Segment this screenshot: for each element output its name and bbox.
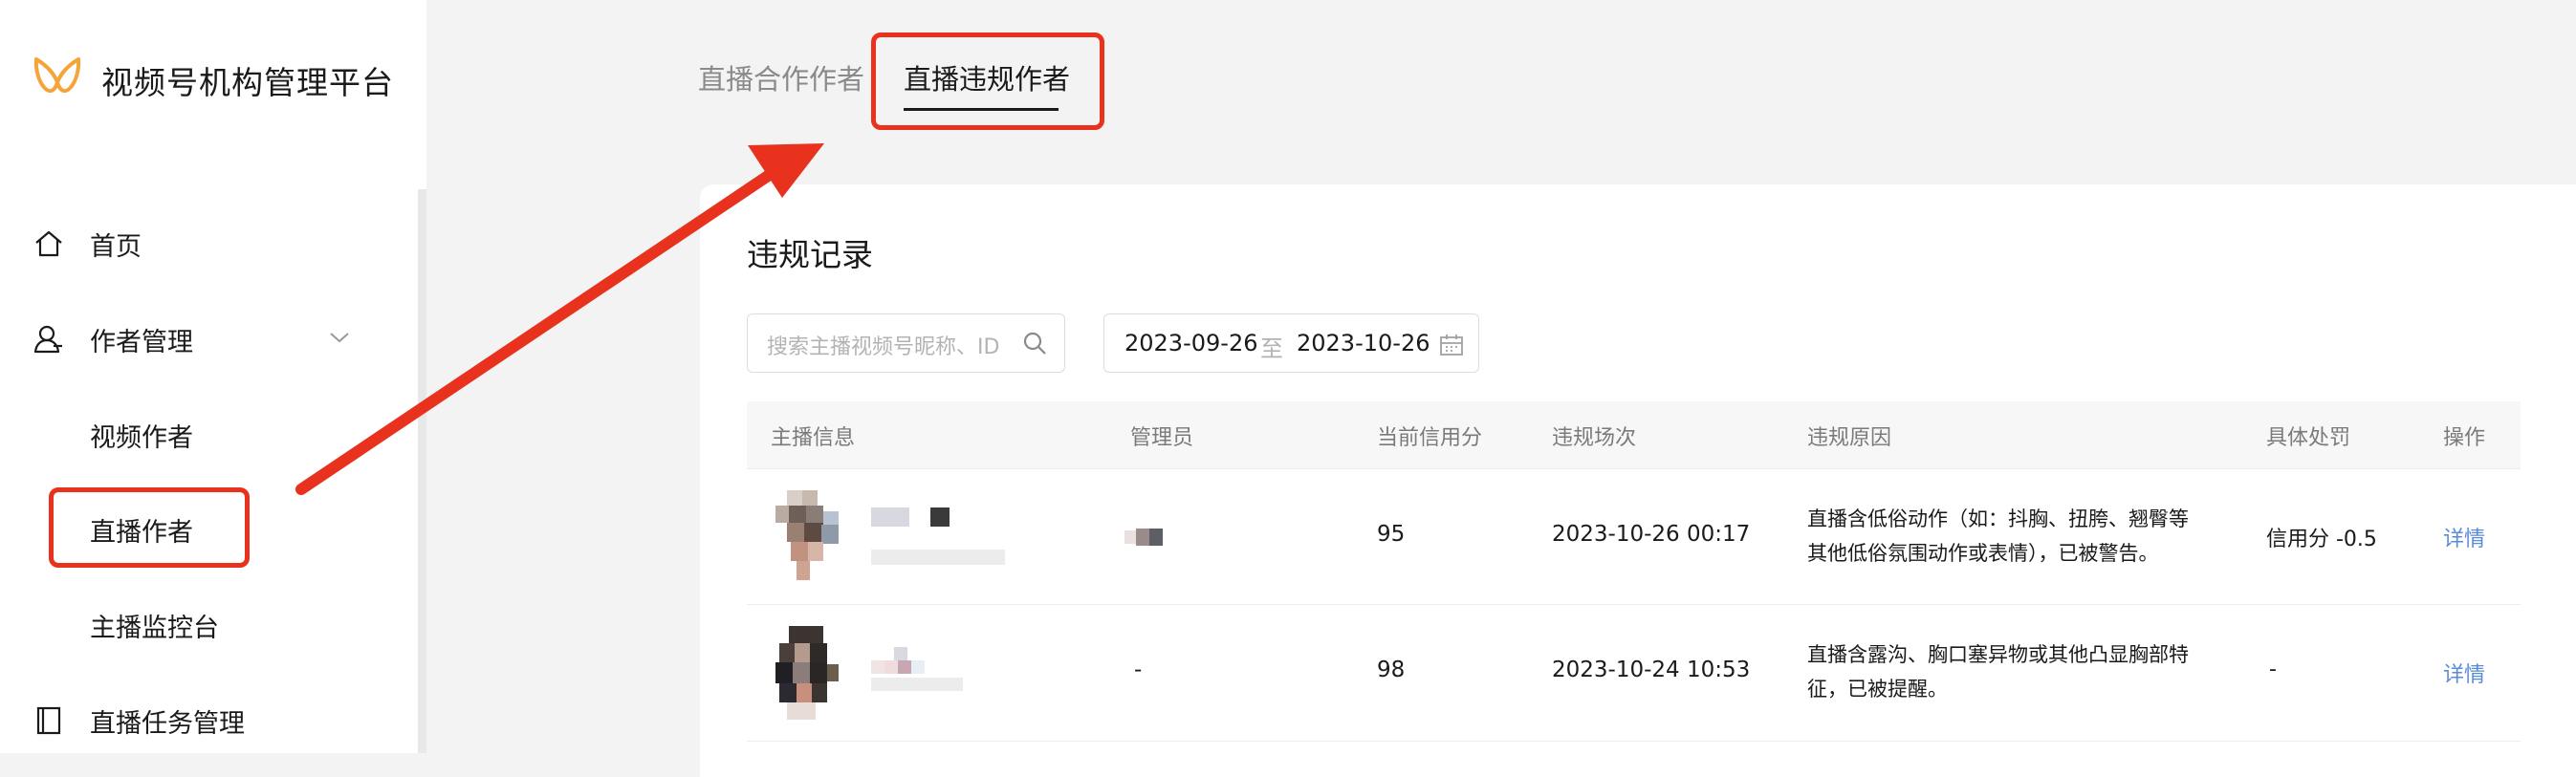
annotation-arrow — [295, 143, 824, 495]
